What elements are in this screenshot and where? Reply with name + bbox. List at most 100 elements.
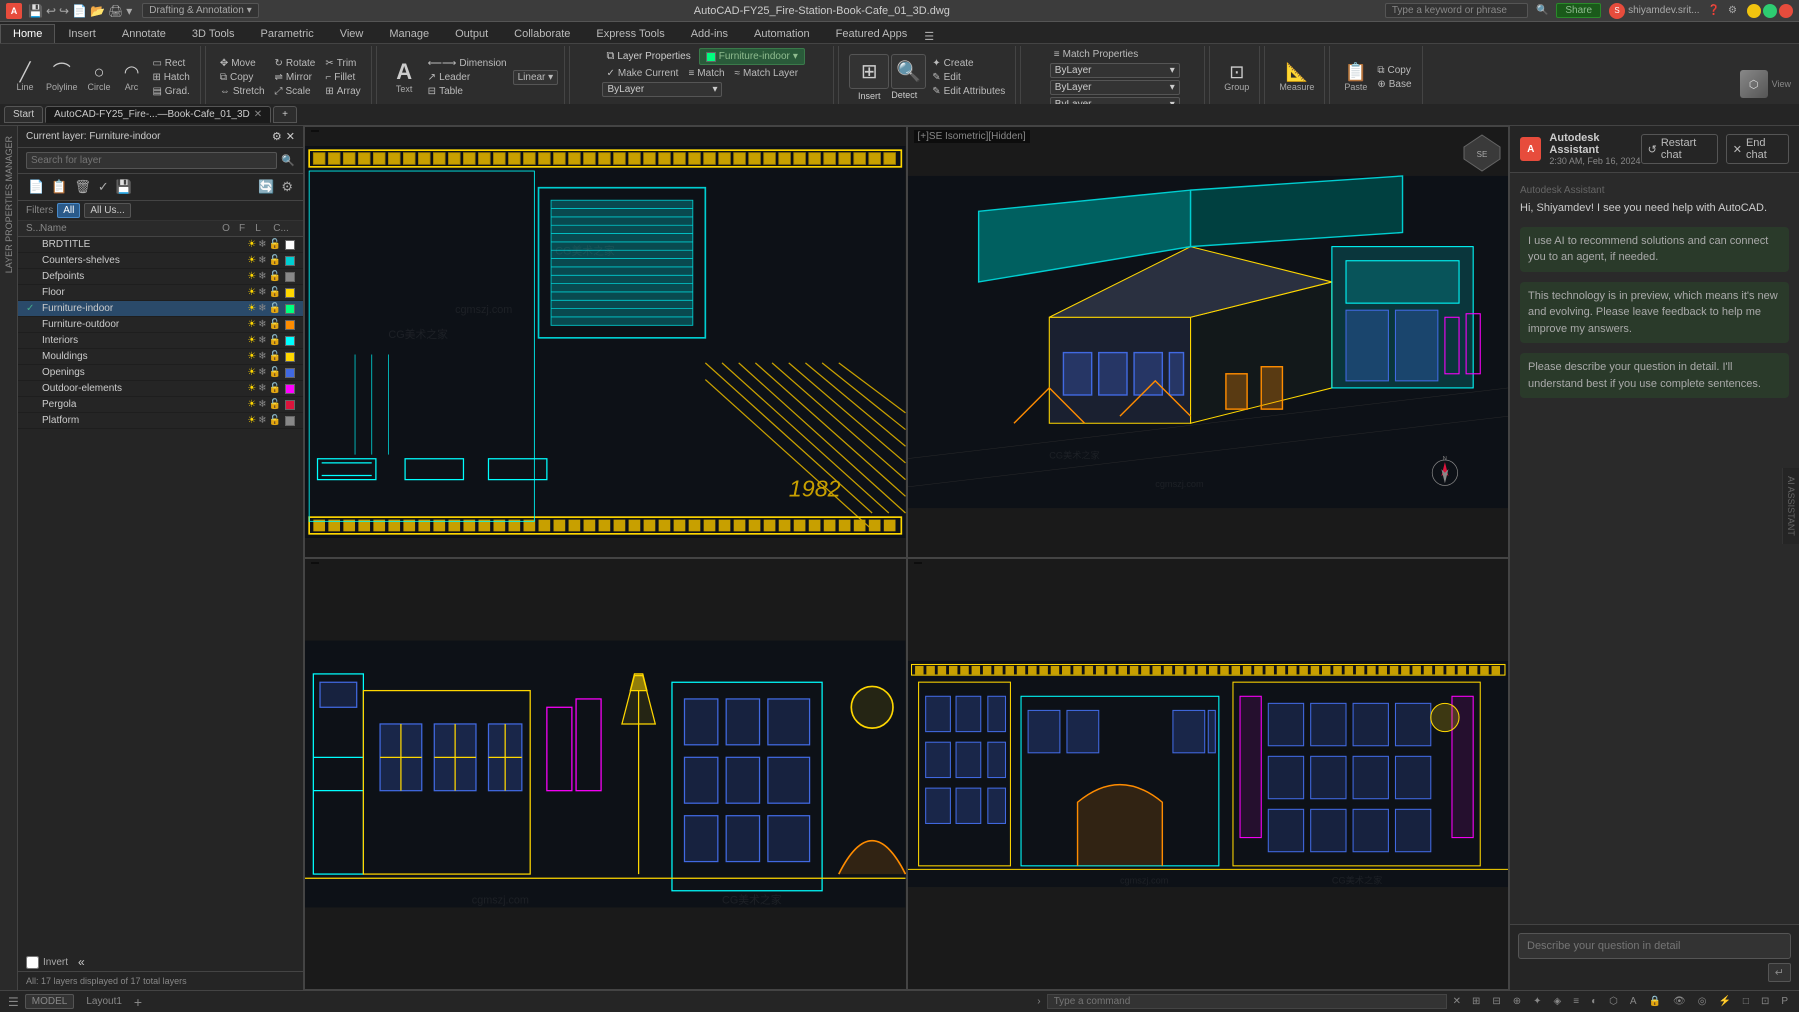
layer-item[interactable]: Counters-shelves ☀ ❄ 🔓 <box>18 253 303 269</box>
group-button[interactable]: ⊡ Group <box>1220 61 1253 94</box>
measure-button[interactable]: 📐 Measure <box>1275 61 1318 94</box>
delete-layer-icon[interactable]: 🗑 <box>72 178 93 196</box>
layer-settings-icon2[interactable]: ⚙ <box>279 178 295 196</box>
edit-block-button[interactable]: ✎ Edit <box>928 71 1009 84</box>
minimize-button[interactable] <box>1747 4 1761 18</box>
cmd-close-btn[interactable]: ✕ <box>1453 996 1461 1007</box>
redo-icon[interactable]: ↪ <box>59 4 69 18</box>
end-chat-button[interactable]: ✕ End chat <box>1726 134 1789 164</box>
quick-tools[interactable]: 💾 ↩ ↪ 📄 📂 🖨 ▾ <box>28 4 132 18</box>
tab-close-icon[interactable]: ✕ <box>254 109 262 120</box>
bylayer-line-select[interactable]: ByLayer▾ <box>1050 80 1180 95</box>
workspace-lock-icon[interactable]: 🔒 <box>1646 995 1664 1008</box>
search-box[interactable]: Type a keyword or phrase <box>1385 3 1528 18</box>
move-button[interactable]: ✥ Move <box>216 57 269 70</box>
layer-item[interactable]: Defpoints ☀ ❄ 🔓 <box>18 269 303 285</box>
layer-item[interactable]: Interiors ☀ ❄ 🔓 <box>18 333 303 349</box>
invert-checkbox[interactable] <box>26 956 39 969</box>
filter-used[interactable]: All Us... <box>84 203 130 218</box>
match-props-button[interactable]: ≡ Match Properties <box>1050 48 1142 61</box>
layer-item[interactable]: Platform ☀ ❄ 🔓 <box>18 413 303 429</box>
tab-featured-apps[interactable]: Featured Apps <box>823 24 921 43</box>
annotation-visibility[interactable]: 👁 <box>1670 995 1689 1008</box>
command-input[interactable] <box>1047 994 1447 1009</box>
print-icon[interactable]: 🖨 <box>108 4 123 18</box>
linear-dropdown[interactable]: Linear ▾ <box>513 70 559 85</box>
bylayer-color-select[interactable]: ByLayer▾ <box>1050 63 1180 78</box>
create-block-button[interactable]: ✦ Create <box>928 57 1009 70</box>
layer-item[interactable]: Outdoor-elements ☀ ❄ 🔓 <box>18 381 303 397</box>
circle-button[interactable]: ○ Circle <box>84 61 115 94</box>
collapse-icon[interactable]: « <box>78 955 85 969</box>
open-icon[interactable]: 📂 <box>90 4 105 18</box>
lineweight-toggle[interactable]: ≡ <box>1570 995 1582 1008</box>
tab-drawing[interactable]: AutoCAD-FY25_Fire-...—Book-Cafe_01_3D ✕ <box>45 106 271 123</box>
insert-button[interactable]: ⊞ <box>849 54 889 89</box>
filter-all[interactable]: All <box>57 203 80 218</box>
hardware-accel[interactable]: ⚡ <box>1715 995 1733 1008</box>
layer-item[interactable]: Floor ☀ ❄ 🔓 <box>18 285 303 301</box>
tab-collaborate[interactable]: Collaborate <box>501 24 583 43</box>
tab-express-tools[interactable]: Express Tools <box>583 24 677 43</box>
layer-dropdown[interactable]: Furniture-indoor ▾ <box>699 48 805 65</box>
selection-toggle[interactable]: ⬡ <box>1606 995 1621 1008</box>
dimension-button[interactable]: ⟵⟶ Dimension <box>424 57 511 70</box>
layer-settings-icon[interactable]: ⚙ <box>272 130 282 143</box>
trim-button[interactable]: ✂ Trim <box>321 57 364 70</box>
transparency-toggle[interactable]: ◐ <box>1588 995 1600 1008</box>
ribbon-menu-icon[interactable]: ☰ <box>924 30 934 43</box>
tab-3d-tools[interactable]: 3D Tools <box>179 24 248 43</box>
annotation-scale[interactable]: A <box>1627 995 1640 1008</box>
layer-props-button[interactable]: ⧉ Layer Properties <box>602 48 694 65</box>
tab-output[interactable]: Output <box>442 24 501 43</box>
undo-icon[interactable]: ↩ <box>46 4 56 18</box>
view-cube[interactable]: ⬡ <box>1740 70 1768 98</box>
model-btn[interactable]: MODEL <box>25 994 75 1009</box>
workspace-selector[interactable]: Drafting & Annotation ▾ <box>142 3 259 18</box>
menu-icon[interactable]: ☰ <box>8 995 19 1009</box>
layer-item[interactable]: Mouldings ☀ ❄ 🔓 <box>18 349 303 365</box>
layer-item[interactable]: Furniture-outdoor ☀ ❄ 🔓 <box>18 317 303 333</box>
help-icon[interactable]: ❓ <box>1708 5 1720 16</box>
text-button[interactable]: A Text <box>387 59 422 96</box>
tab-new[interactable]: + <box>273 106 297 123</box>
layer-state-icon[interactable]: 💾 <box>114 178 134 196</box>
user-profile[interactable]: S shiyamdev.srit... <box>1609 3 1700 19</box>
copy-button[interactable]: ⧉ Copy <box>216 71 269 84</box>
arc-button[interactable]: ◠ Arc <box>117 61 147 94</box>
hatch-button[interactable]: ⊞ Hatch <box>149 71 194 84</box>
settings-icon[interactable]: ⚙ <box>1728 5 1737 16</box>
mirror-button[interactable]: ⇌ Mirror <box>271 71 320 84</box>
set-current-icon[interactable]: ✓ <box>96 178 111 196</box>
chat-input[interactable] <box>1518 933 1791 959</box>
add-layout-btn[interactable]: + <box>134 994 142 1010</box>
ortho-toggle[interactable]: ⊕ <box>1510 995 1524 1008</box>
tab-annotate[interactable]: Annotate <box>109 24 179 43</box>
stretch-button[interactable]: ⇔ Stretch <box>216 85 269 98</box>
edit-attrs-button[interactable]: ✎ Edit Attributes <box>928 85 1009 98</box>
layer-item[interactable]: Pergola ☀ ❄ 🔓 <box>18 397 303 413</box>
layer-item[interactable]: ✓ Furniture-indoor ☀ ❄ 🔓 <box>18 301 303 317</box>
scale-button[interactable]: ⤢ Scale <box>271 85 320 98</box>
isolate-objects[interactable]: ◎ <box>1695 995 1710 1008</box>
match-layer-btn2[interactable]: ≈ Match Layer <box>731 67 803 80</box>
tab-view[interactable]: View <box>327 24 377 43</box>
detect-button[interactable]: 🔍 <box>891 54 926 89</box>
restart-chat-button[interactable]: ↺ Restart chat <box>1641 134 1718 164</box>
leader-button[interactable]: ↗ Leader <box>424 71 511 84</box>
layer-search-input[interactable] <box>26 152 277 169</box>
maximize-button[interactable] <box>1763 4 1777 18</box>
snap-toggle[interactable]: ⊞ <box>1469 995 1483 1008</box>
match-layer-button[interactable]: ≡ Match <box>684 67 728 80</box>
polar-toggle[interactable]: ✦ <box>1530 995 1544 1008</box>
tab-automation[interactable]: Automation <box>741 24 823 43</box>
base-button[interactable]: ⊕ Base <box>1373 78 1415 91</box>
save-icon[interactable]: 💾 <box>28 4 43 18</box>
layer-search-icon[interactable]: 🔍 <box>281 154 295 167</box>
viewport-bottom-right[interactable]: cgmszj.com CG美术之家 <box>907 558 1510 990</box>
grid-toggle[interactable]: ⊟ <box>1489 995 1503 1008</box>
dropdown-quick-icon[interactable]: ▾ <box>126 4 132 18</box>
viewcube[interactable]: SE <box>1462 133 1502 173</box>
line-button[interactable]: ╱ Line <box>10 61 40 94</box>
layout1-btn[interactable]: Layout1 <box>80 995 128 1008</box>
